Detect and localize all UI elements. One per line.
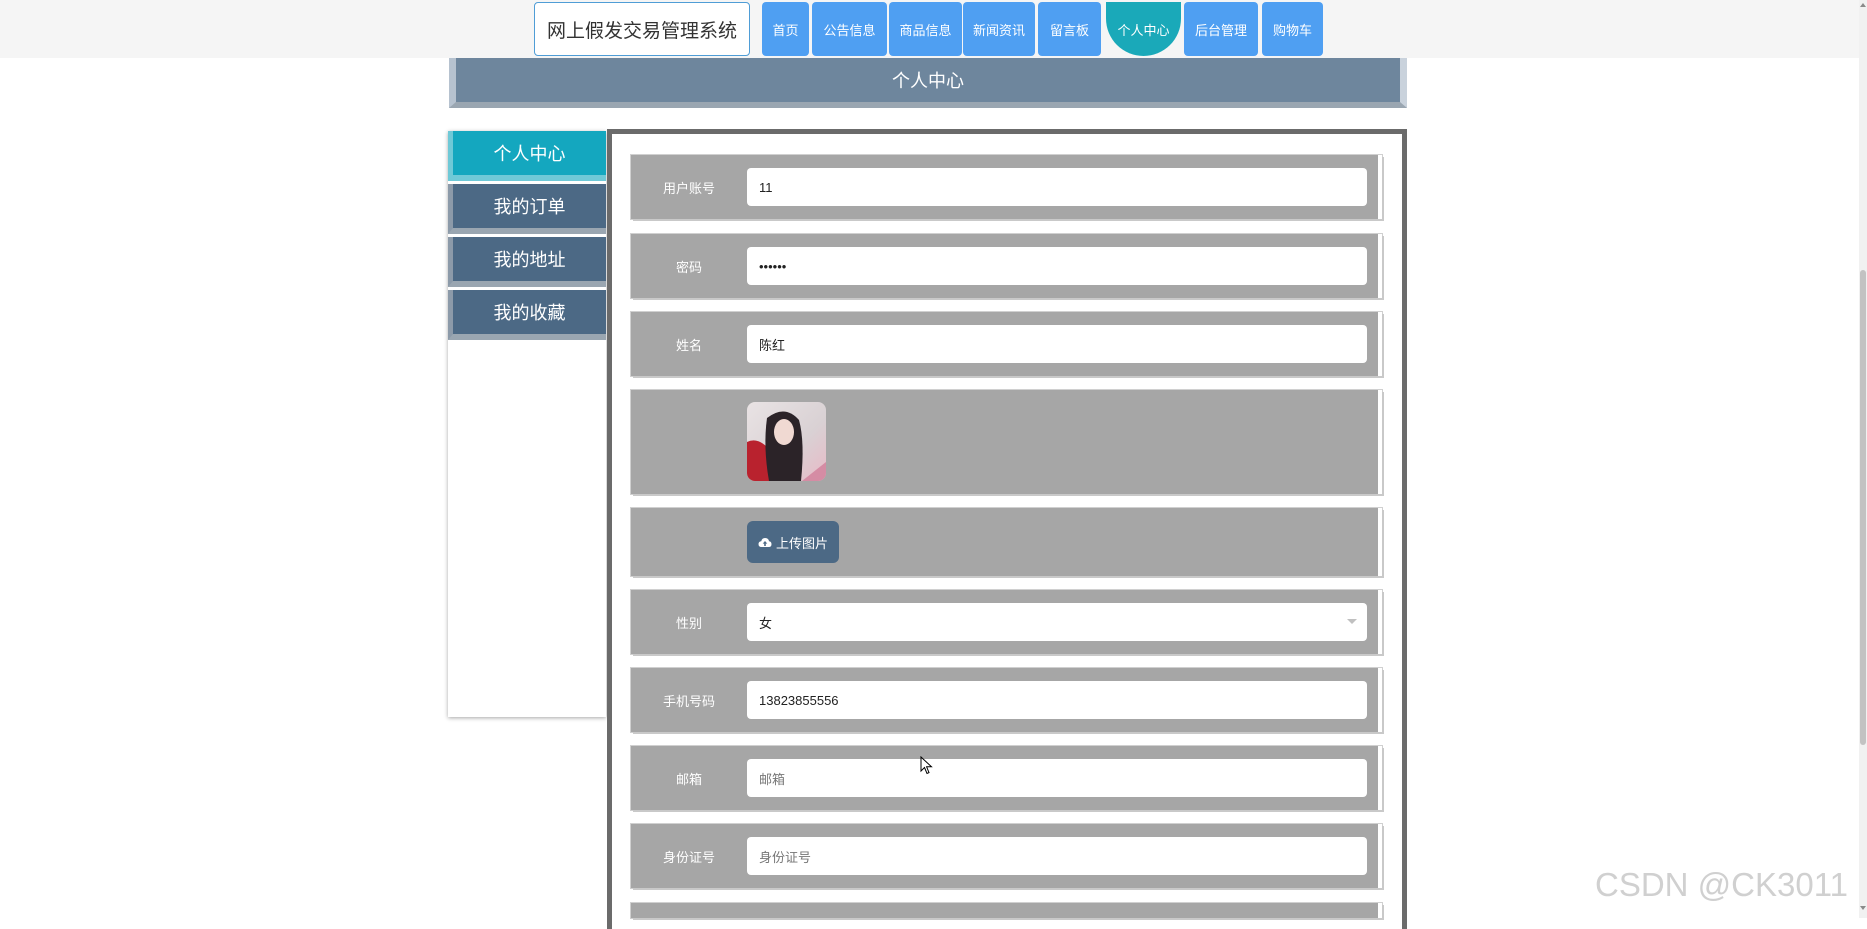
- nav-cart[interactable]: 购物车: [1262, 2, 1323, 56]
- nav-products[interactable]: 商品信息: [889, 2, 962, 56]
- nav-message-board[interactable]: 留言板: [1038, 2, 1101, 56]
- form-row-gender: 性别 女: [631, 590, 1382, 654]
- id-card-label: 身份证号: [662, 850, 715, 866]
- cloud-upload-icon: [758, 537, 772, 547]
- banner-title: 个人中心: [892, 71, 964, 92]
- form-row-id-card: 身份证号 身份证号: [631, 824, 1382, 888]
- form-row-avatar: [631, 390, 1382, 494]
- mouse-cursor-icon: [920, 756, 933, 775]
- nav-announcements[interactable]: 公告信息: [812, 2, 887, 56]
- username-label: 用户账号: [662, 181, 715, 197]
- form-row-upload: 上传图片: [631, 508, 1382, 576]
- gender-selected-value: 女: [759, 615, 773, 631]
- password-label: 密码: [675, 260, 702, 276]
- name-label: 姓名: [675, 338, 702, 354]
- upload-image-label: 上传图片: [775, 536, 828, 552]
- scroll-up-icon[interactable]: [1860, 3, 1866, 7]
- username-input[interactable]: 11: [747, 168, 1367, 206]
- site-title: 网上假发交易管理系统: [534, 2, 750, 56]
- phone-input[interactable]: 13823855556: [747, 681, 1367, 719]
- form-row-username: 用户账号 11: [631, 155, 1382, 219]
- sidebar-item-personal-center[interactable]: 个人中心: [448, 131, 606, 181]
- sidebar-item-my-orders[interactable]: 我的订单: [448, 184, 606, 234]
- nav-news[interactable]: 新闻资讯: [963, 2, 1035, 56]
- sidebar: 个人中心 我的订单 我的地址 我的收藏: [448, 131, 606, 717]
- watermark: CSDN @CK3011: [1595, 866, 1848, 903]
- form-row-email: 邮箱 邮箱: [631, 746, 1382, 810]
- password-input[interactable]: ••••••: [747, 247, 1367, 285]
- gender-select[interactable]: 女: [747, 603, 1367, 641]
- sidebar-item-my-favorites[interactable]: 我的收藏: [448, 290, 606, 340]
- form-row-name: 姓名 陈红: [631, 312, 1382, 376]
- nav-admin[interactable]: 后台管理: [1184, 2, 1258, 56]
- gender-label: 性别: [675, 616, 702, 632]
- page-banner: 个人中心: [449, 58, 1407, 108]
- sidebar-item-my-address[interactable]: 我的地址: [448, 237, 606, 287]
- page-scrollbar-thumb[interactable]: [1860, 270, 1866, 745]
- form-row-password: 密码 ••••••: [631, 234, 1382, 298]
- nav-home[interactable]: 首页: [762, 2, 809, 56]
- email-label: 邮箱: [675, 772, 702, 788]
- scroll-down-icon[interactable]: [1860, 906, 1866, 910]
- form-row-next: [631, 903, 1382, 918]
- phone-label: 手机号码: [662, 694, 715, 710]
- chevron-down-icon: [1347, 619, 1357, 624]
- id-card-input[interactable]: 身份证号: [747, 837, 1367, 875]
- email-input[interactable]: 邮箱: [747, 759, 1367, 797]
- avatar: [747, 402, 826, 481]
- name-input[interactable]: 陈红: [747, 325, 1367, 363]
- upload-image-button[interactable]: 上传图片: [747, 521, 839, 563]
- form-row-phone: 手机号码 13823855556: [631, 668, 1382, 732]
